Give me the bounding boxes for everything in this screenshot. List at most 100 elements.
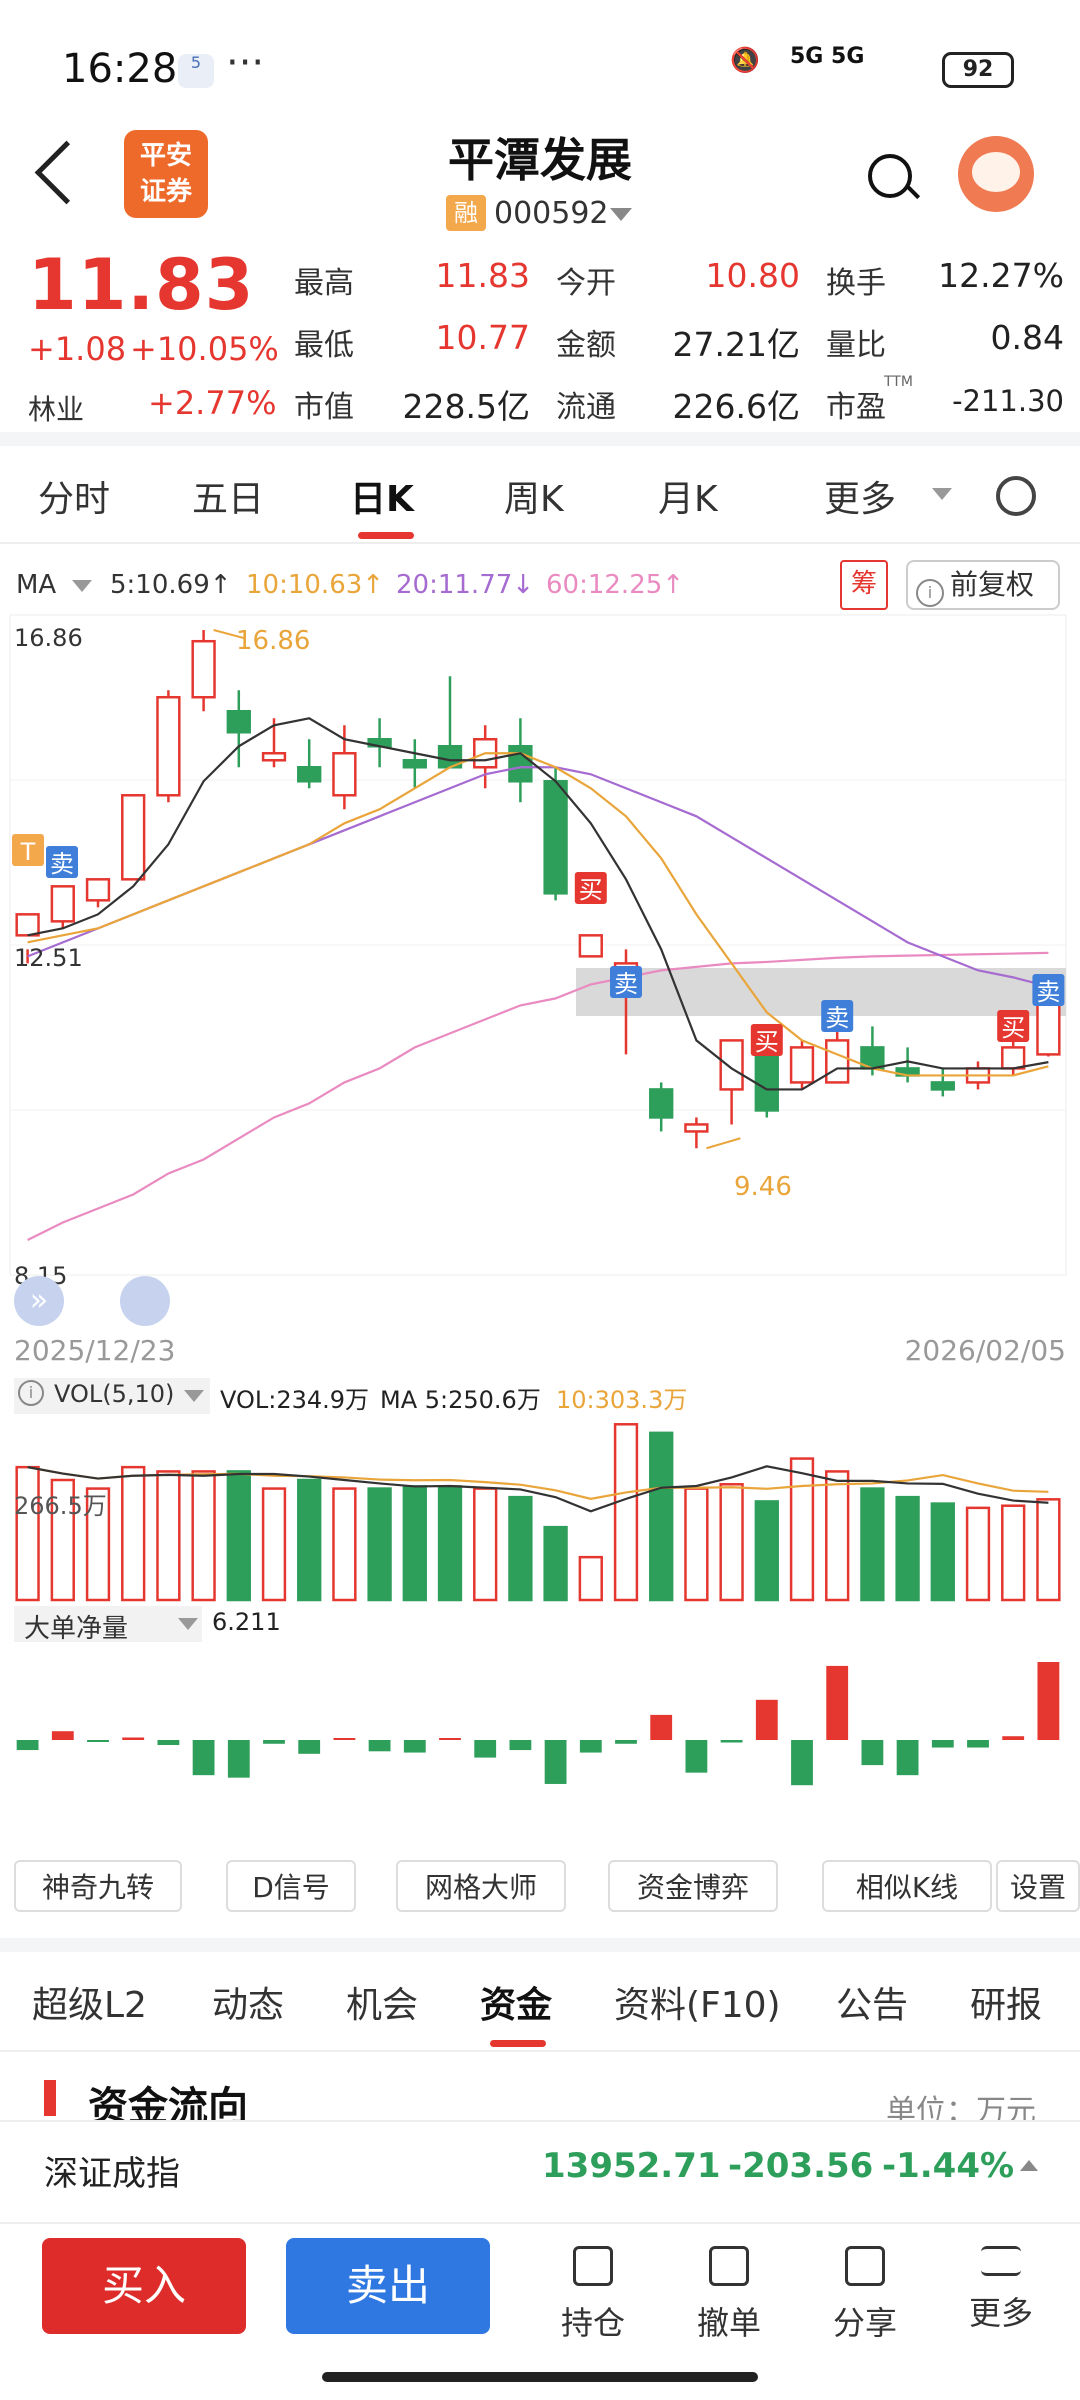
volume-bar: [613, 1423, 639, 1602]
volume-bar: [367, 1487, 392, 1602]
big-order-bar: [685, 1740, 708, 1773]
vol-value: VOL:234.9万: [220, 1386, 370, 1414]
buy-button[interactable]: 买入: [42, 2238, 246, 2334]
tab-five-day[interactable]: 五日: [192, 470, 264, 522]
candle: [684, 1123, 709, 1133]
battery-icon: 92: [942, 52, 1014, 88]
positions-button[interactable]: 持仓: [548, 2246, 638, 2344]
tab-funds[interactable]: 资金: [480, 1976, 552, 2028]
chip-distribution-button[interactable]: 筹: [840, 560, 888, 610]
tab-news[interactable]: 动态: [212, 1976, 284, 2028]
share-icon: [845, 2246, 885, 2286]
similar-k-button[interactable]: 相似K线: [822, 1860, 992, 1912]
tab-indicator: [358, 532, 414, 539]
volume-bar: [1036, 1498, 1061, 1602]
adjust-mode-button[interactable]: i 前复权: [906, 560, 1060, 610]
magic-nine-button[interactable]: 神奇九转: [14, 1860, 182, 1912]
d-signal-button[interactable]: D信号: [226, 1860, 356, 1912]
tab-daily-k[interactable]: 日K: [350, 470, 414, 522]
candle: [261, 752, 287, 762]
big-order-bar: [51, 1731, 74, 1740]
high-label: 16.86: [236, 626, 311, 656]
tab-super-l2[interactable]: 超级L2: [32, 1976, 147, 2028]
big-order-bar: [403, 1740, 426, 1753]
volume-bar: [754, 1500, 779, 1602]
expand-left-icon[interactable]: »: [14, 1276, 64, 1326]
ma20-line: [27, 766, 1049, 988]
tab-f10[interactable]: 资料(F10): [614, 1976, 781, 2028]
vol-indicator-label[interactable]: VOL(5,10): [54, 1380, 174, 1408]
chevron-down-icon[interactable]: [72, 580, 92, 592]
tab-monthly-k[interactable]: 月K: [658, 470, 718, 522]
tab-intraday[interactable]: 分时: [38, 470, 110, 522]
kline-chart[interactable]: T 卖买卖买卖 买卖: [0, 610, 1080, 1330]
chevron-down-icon[interactable]: [178, 1618, 198, 1630]
big-order-bar: [931, 1740, 954, 1748]
big-order-chart[interactable]: [0, 1644, 1080, 1840]
candle: [649, 1088, 674, 1119]
quote-value: 10.80: [705, 256, 800, 295]
settings-button[interactable]: 设置: [996, 1860, 1080, 1912]
fund-game-button[interactable]: 资金博弈: [608, 1860, 778, 1912]
search-icon[interactable]: [868, 154, 912, 198]
fullscreen-icon[interactable]: [120, 1276, 170, 1326]
volume-bar: [437, 1485, 463, 1602]
quote-value: 226.6亿: [672, 387, 800, 426]
cancel-order-label: 撤单: [696, 2304, 761, 2342]
index-change: -203.56: [728, 2146, 874, 2186]
quote-label: 量比: [826, 328, 886, 363]
sell-signal: 卖: [825, 1004, 849, 1032]
ma-selector[interactable]: MA: [16, 570, 56, 600]
volume-bar: [332, 1487, 357, 1602]
stock-code[interactable]: 000592: [494, 196, 609, 231]
more-button[interactable]: 更多: [956, 2246, 1046, 2334]
volume-bar: [543, 1525, 568, 1602]
chevron-down-icon[interactable]: [184, 1390, 204, 1402]
volume-bar: [930, 1502, 955, 1602]
big-order-bar: [298, 1740, 321, 1754]
candle: [543, 780, 568, 895]
big-order-bar: [791, 1740, 813, 1786]
volume-bar: [895, 1495, 920, 1602]
ma10-value: 10:10.63↑: [246, 570, 385, 600]
big-order-bar: [1037, 1662, 1060, 1740]
quote-value: 11.83: [435, 256, 530, 295]
volume-bar: [789, 1457, 815, 1602]
cancel-order-button[interactable]: 撤单: [684, 2246, 774, 2344]
divider: [0, 432, 1080, 446]
tab-research[interactable]: 研报: [970, 1976, 1042, 2028]
grid-master-button[interactable]: 网格大师: [396, 1860, 566, 1912]
chevron-down-icon[interactable]: [610, 208, 632, 221]
gear-icon[interactable]: [996, 476, 1036, 516]
big-order-label[interactable]: 大单净量: [24, 1608, 128, 1645]
chevron-down-icon[interactable]: [932, 488, 952, 500]
sell-button[interactable]: 卖出: [286, 2238, 490, 2334]
candle: [825, 1039, 850, 1084]
chevron-up-icon[interactable]: [1020, 2160, 1038, 2171]
share-button[interactable]: 分享: [820, 2246, 910, 2344]
quote-label: 最高: [294, 266, 354, 301]
big-order-bar: [650, 1714, 673, 1740]
tab-more[interactable]: 更多: [824, 470, 896, 522]
tab-announcements[interactable]: 公告: [836, 1976, 908, 2028]
sell-signal: 卖: [614, 970, 638, 998]
big-order-bar: [122, 1737, 145, 1740]
industry-name[interactable]: 林业: [28, 388, 84, 428]
assistant-face-icon: [972, 152, 1020, 192]
volume-chart[interactable]: [0, 1414, 1080, 1604]
quote-label: 金额: [556, 328, 616, 363]
big-order-bar: [263, 1740, 285, 1744]
candle: [402, 759, 427, 769]
big-order-bar: [579, 1740, 602, 1753]
candle: [85, 878, 111, 902]
candle: [508, 745, 533, 783]
positions-label: 持仓: [560, 2304, 625, 2342]
candle: [930, 1081, 955, 1091]
tab-weekly-k[interactable]: 周K: [504, 470, 564, 522]
candle: [156, 695, 181, 797]
big-order-bar: [16, 1740, 39, 1751]
candle: [191, 639, 216, 699]
more-notifications-icon: ···: [226, 40, 265, 86]
big-order-bar: [227, 1740, 250, 1778]
tab-opportunity[interactable]: 机会: [346, 1976, 418, 2028]
